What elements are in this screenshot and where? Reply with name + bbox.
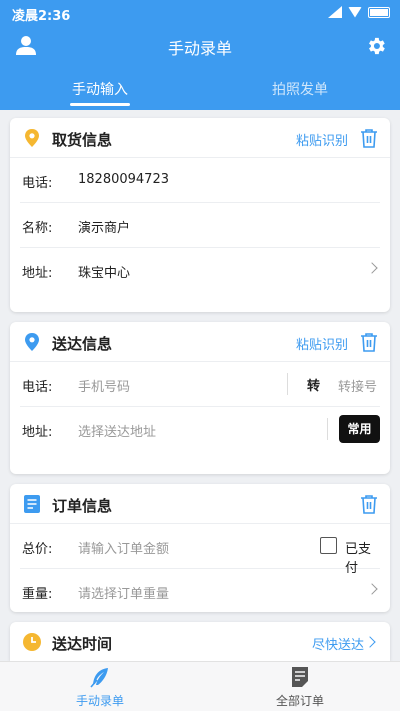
status-time: 凌晨2:36	[12, 9, 71, 24]
delivery-phone-row: 电话: 手机号码 转 转接号	[20, 362, 380, 407]
pickup-card-header: 取货信息 粘贴识别	[10, 118, 390, 158]
chevron-right-icon[interactable]	[366, 262, 378, 274]
location-pin-icon	[25, 129, 39, 147]
order-weight-label: 重量:	[22, 587, 53, 602]
pickup-card: 取货信息 粘贴识别 电话: 18280094723 名称: 演示商户 地址: 珠…	[10, 118, 390, 312]
signal-icon	[328, 6, 342, 18]
nav-all-orders[interactable]: 全部订单	[200, 662, 400, 711]
order-card: 订单信息 总价: 请输入订单金额 已支付 重量: 请选择订单重量	[10, 484, 390, 612]
feather-icon	[90, 668, 108, 688]
tab-manual-input[interactable]: 手动输入	[0, 72, 200, 110]
pickup-title: 取货信息	[52, 131, 113, 149]
pickup-phone-label: 电话:	[22, 176, 53, 191]
document-icon	[24, 495, 40, 513]
delivery-phone-input[interactable]: 手机号码	[78, 376, 130, 395]
status-icons	[328, 6, 390, 18]
delivery-address-input[interactable]: 选择送达地址	[78, 421, 156, 440]
delivery-address-label: 地址:	[22, 425, 53, 440]
trash-icon[interactable]	[360, 128, 378, 148]
delivery-phone-label: 电话:	[22, 380, 53, 395]
tab-photo-order[interactable]: 拍照发单	[200, 72, 400, 110]
delivery-title: 送达信息	[52, 335, 113, 353]
nav-manual-order-label: 手动录单	[75, 694, 124, 708]
pickup-phone-row[interactable]: 电话: 18280094723	[20, 158, 380, 203]
delivery-card-header: 送达信息 粘贴识别	[10, 322, 390, 362]
paid-checkbox[interactable]	[320, 537, 337, 554]
order-price-label: 总价:	[22, 542, 53, 557]
extension-separator-label: 转	[307, 379, 321, 394]
order-price-input[interactable]: 请输入订单金额	[78, 538, 169, 557]
gear-icon[interactable]	[365, 35, 387, 57]
document-icon	[292, 667, 308, 687]
delivery-time-card[interactable]: 送达时间 尽快送达	[10, 622, 390, 661]
page-title: 手动录单	[167, 39, 232, 58]
delivery-time-title: 送达时间	[52, 635, 113, 653]
pickup-address-row[interactable]: 地址: 珠宝中心	[20, 248, 380, 293]
delivery-address-row: 地址: 选择送达地址 常用	[20, 407, 380, 452]
location-pin-icon	[25, 333, 39, 351]
pickup-paste-button[interactable]: 粘贴识别	[296, 130, 348, 149]
pickup-name-label: 名称:	[22, 221, 53, 236]
status-bar: 凌晨2:36	[0, 0, 400, 26]
chevron-right-icon[interactable]	[364, 636, 376, 648]
trash-icon[interactable]	[360, 494, 378, 514]
pickup-address-value: 珠宝中心	[78, 266, 131, 281]
divider	[327, 418, 328, 440]
top-app-bar: 凌晨2:36 手动录单 手动输入 拍照发单	[0, 0, 400, 110]
delivery-paste-button[interactable]: 粘贴识别	[296, 334, 348, 353]
trash-icon[interactable]	[360, 332, 378, 352]
clock-icon	[23, 633, 41, 651]
delivery-card: 送达信息 粘贴识别 电话: 手机号码 转 转接号 地址: 选择送达地址 常用	[10, 322, 390, 474]
chevron-right-icon[interactable]	[366, 583, 378, 595]
order-card-header: 订单信息	[10, 484, 390, 524]
order-weight-select[interactable]: 请选择订单重量	[78, 583, 169, 602]
wifi-icon	[348, 6, 362, 18]
pickup-name-row[interactable]: 名称: 演示商户	[20, 203, 380, 248]
extension-input[interactable]: 转接号	[338, 376, 377, 395]
order-title: 订单信息	[52, 497, 113, 515]
divider	[287, 373, 288, 395]
common-address-button[interactable]: 常用	[339, 415, 380, 443]
battery-icon	[368, 6, 390, 18]
nav-all-orders-label: 全部订单	[275, 694, 324, 708]
pickup-phone-value[interactable]: 18280094723	[78, 172, 169, 187]
nav-manual-order[interactable]: 手动录单	[0, 662, 200, 711]
order-weight-row[interactable]: 重量: 请选择订单重量	[20, 569, 380, 614]
bottom-nav: 手动录单 全部订单	[0, 661, 400, 711]
pickup-name-value[interactable]: 演示商户	[78, 217, 130, 236]
pickup-address-label: 地址:	[22, 266, 53, 281]
delivery-time-value[interactable]: 尽快送达	[312, 634, 364, 653]
delivery-time-header: 送达时间 尽快送达	[10, 622, 390, 661]
order-price-row: 总价: 请输入订单金额 已支付	[20, 524, 380, 576]
tab-bar: 手动输入 拍照发单	[0, 72, 400, 110]
